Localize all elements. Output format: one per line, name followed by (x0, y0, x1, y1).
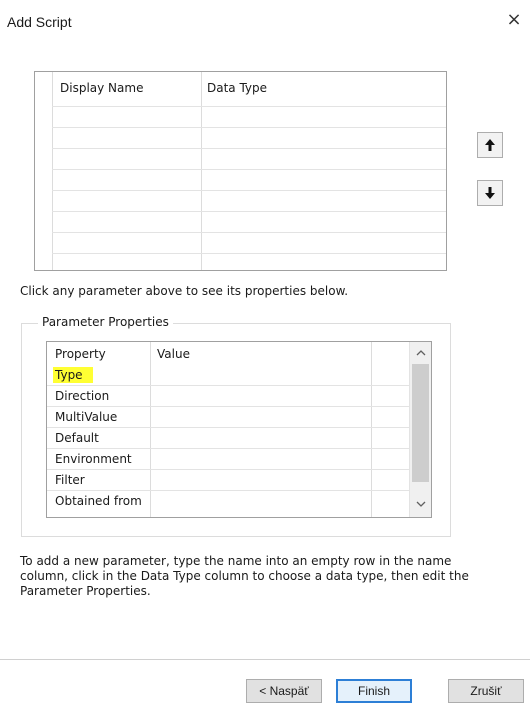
arrow-down-icon (485, 187, 495, 199)
column-header-data-type[interactable]: Data Type (207, 81, 267, 95)
move-up-button[interactable] (477, 132, 503, 158)
property-name: Filter (55, 473, 85, 487)
dialog-title: Add Script (7, 14, 72, 30)
vertical-scrollbar[interactable] (409, 342, 431, 517)
add-parameter-hint: To add a new parameter, type the name in… (20, 554, 469, 598)
properties-grid[interactable]: Property Value Type Direction MultiValue… (46, 341, 432, 518)
scroll-down-icon[interactable] (410, 495, 431, 515)
grid-row[interactable] (52, 190, 446, 212)
property-row-default[interactable]: Default (47, 427, 409, 449)
property-row-filter[interactable]: Filter (47, 469, 409, 491)
scroll-up-icon[interactable] (410, 344, 431, 364)
finish-button[interactable]: Finish (336, 679, 412, 703)
parameters-grid[interactable]: Display Name Data Type (34, 71, 447, 271)
grid-row[interactable] (52, 169, 446, 191)
back-button[interactable]: < Naspäť (246, 679, 322, 703)
move-down-button[interactable] (477, 180, 503, 206)
property-row-direction[interactable]: Direction (47, 385, 409, 407)
arrow-up-icon (485, 139, 495, 151)
grid-row[interactable] (52, 127, 446, 149)
property-row-type[interactable]: Type (47, 364, 409, 385)
column-header-display-name[interactable]: Display Name (60, 81, 143, 95)
close-icon[interactable]: × (504, 10, 524, 30)
property-name: Direction (55, 389, 110, 403)
property-name: Type (53, 367, 93, 383)
property-row-obtained-from[interactable]: Obtained from (47, 490, 409, 512)
grid-header: Display Name Data Type (35, 72, 446, 106)
grid-row[interactable] (52, 253, 446, 275)
grid-row[interactable] (52, 106, 446, 128)
property-row-multivalue[interactable]: MultiValue (47, 406, 409, 428)
property-row-environment[interactable]: Environment (47, 448, 409, 470)
grid-row[interactable] (52, 148, 446, 170)
property-name: Default (55, 431, 99, 445)
select-parameter-hint: Click any parameter above to see its pro… (20, 284, 349, 298)
column-header-property[interactable]: Property (55, 347, 106, 361)
footer-divider (0, 659, 530, 660)
column-header-value[interactable]: Value (157, 347, 190, 361)
grid-row[interactable] (52, 232, 446, 254)
cancel-button[interactable]: Zrušiť (448, 679, 524, 703)
property-name: Environment (55, 452, 132, 466)
property-name: MultiValue (55, 410, 118, 424)
grid-row[interactable] (52, 211, 446, 233)
property-name: Obtained from (55, 494, 142, 508)
group-legend: Parameter Properties (38, 315, 173, 329)
scrollbar-thumb[interactable] (412, 364, 429, 482)
